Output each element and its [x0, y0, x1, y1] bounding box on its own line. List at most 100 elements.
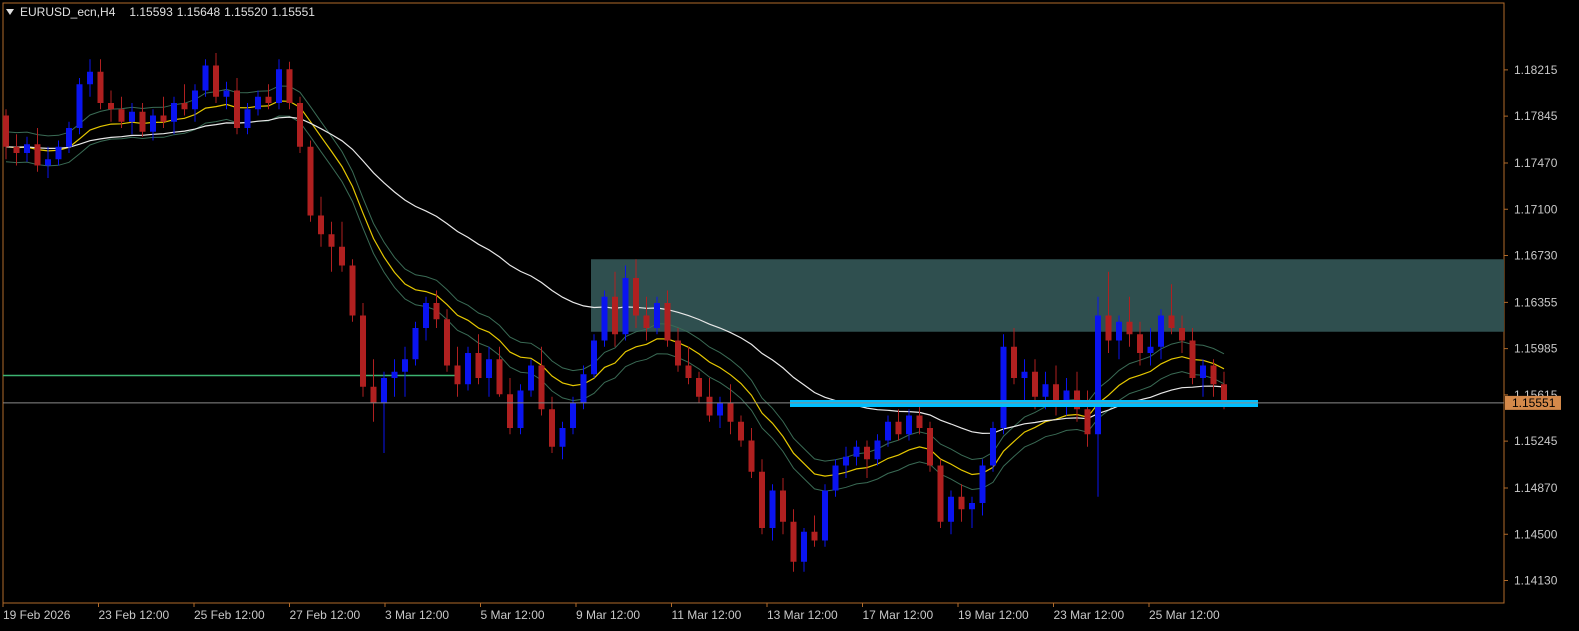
candle[interactable] [664, 303, 671, 341]
chart-menu-triangle-icon[interactable] [6, 9, 14, 15]
candle[interactable] [66, 128, 72, 147]
candle[interactable] [1158, 315, 1164, 347]
candle[interactable] [696, 378, 702, 397]
candle[interactable] [622, 278, 629, 335]
candle[interactable] [1126, 321, 1133, 335]
candle[interactable] [486, 359, 492, 378]
candle[interactable] [969, 503, 975, 510]
candle[interactable] [570, 403, 576, 428]
candle[interactable] [45, 159, 51, 166]
candle[interactable] [717, 403, 723, 416]
candle[interactable] [507, 394, 513, 428]
candle[interactable] [286, 69, 293, 103]
candle[interactable] [118, 109, 125, 122]
candle[interactable] [832, 465, 839, 491]
candle[interactable] [381, 378, 387, 403]
candle[interactable] [34, 144, 41, 166]
candle[interactable] [423, 303, 429, 328]
candle[interactable] [76, 84, 83, 128]
candle[interactable] [192, 90, 198, 110]
candle[interactable] [402, 359, 408, 372]
candle[interactable] [87, 71, 93, 85]
candle[interactable] [55, 146, 62, 160]
candle[interactable] [1000, 346, 1007, 428]
candle[interactable] [1210, 365, 1217, 385]
candle[interactable] [1021, 371, 1028, 378]
candle[interactable] [349, 265, 356, 316]
support-level-line[interactable] [790, 400, 1258, 407]
candle[interactable] [1095, 315, 1101, 435]
candle[interactable] [265, 96, 272, 103]
candle[interactable] [465, 353, 471, 385]
candle[interactable] [24, 144, 30, 153]
candle[interactable] [864, 446, 870, 460]
candle[interactable] [1042, 384, 1049, 397]
candle[interactable] [1032, 371, 1038, 397]
candle[interactable] [885, 421, 891, 441]
candle[interactable] [234, 90, 240, 129]
candle[interactable] [1084, 409, 1091, 435]
candle[interactable] [906, 415, 912, 435]
candle[interactable] [339, 246, 345, 266]
candle[interactable] [1011, 346, 1017, 378]
candle[interactable] [1179, 328, 1185, 341]
candle[interactable] [948, 496, 954, 522]
candle[interactable] [1116, 321, 1122, 341]
candle[interactable] [990, 428, 996, 466]
candle[interactable] [244, 109, 251, 128]
candle[interactable] [129, 111, 135, 122]
supply-zone-rectangle[interactable] [591, 259, 1504, 332]
candle[interactable] [391, 371, 398, 378]
candle[interactable] [612, 296, 618, 335]
candle[interactable] [706, 396, 713, 416]
candle[interactable] [811, 531, 818, 541]
candle[interactable] [759, 471, 765, 528]
candle[interactable] [654, 303, 660, 328]
candle[interactable] [517, 390, 524, 429]
candle[interactable] [360, 315, 366, 387]
candle[interactable] [160, 115, 167, 122]
candle[interactable] [108, 103, 114, 110]
candle[interactable] [675, 340, 681, 366]
candle[interactable] [937, 465, 944, 522]
candle[interactable] [580, 374, 587, 403]
candle[interactable] [979, 465, 986, 504]
candle[interactable] [307, 146, 314, 216]
candle[interactable] [318, 215, 324, 235]
candle[interactable] [276, 69, 282, 103]
candle[interactable] [559, 428, 566, 447]
candle[interactable] [958, 496, 965, 510]
candle[interactable] [528, 365, 534, 391]
candle[interactable] [790, 521, 797, 562]
candle[interactable] [1137, 334, 1143, 353]
candle[interactable] [843, 456, 849, 466]
candle[interactable] [181, 103, 188, 110]
candle[interactable] [685, 365, 692, 379]
candle[interactable] [822, 490, 828, 541]
candle[interactable] [297, 103, 303, 147]
candle[interactable] [496, 359, 503, 395]
candle[interactable] [1105, 315, 1112, 341]
candle[interactable] [601, 296, 608, 341]
candle[interactable] [213, 65, 219, 97]
candle[interactable] [171, 103, 177, 122]
candle[interactable] [97, 71, 104, 103]
candle[interactable] [591, 340, 597, 375]
candle[interactable] [433, 303, 440, 320]
candle[interactable] [853, 446, 860, 457]
candle[interactable] [444, 319, 450, 366]
candle[interactable] [328, 234, 335, 247]
candle[interactable] [150, 115, 156, 132]
price-chart[interactable]: 1.18215 1.17845 1.17470 1.17100 1.16730 1.163… [0, 0, 1579, 631]
candle[interactable] [769, 490, 776, 529]
candle[interactable] [738, 421, 744, 441]
candle[interactable] [454, 365, 461, 385]
candle[interactable] [1200, 365, 1206, 379]
candle[interactable] [549, 409, 555, 447]
candle[interactable] [370, 386, 377, 403]
candle[interactable] [895, 421, 902, 435]
candle[interactable] [202, 65, 209, 91]
candle[interactable] [874, 440, 881, 460]
candle[interactable] [916, 415, 923, 429]
candle[interactable] [801, 531, 807, 562]
